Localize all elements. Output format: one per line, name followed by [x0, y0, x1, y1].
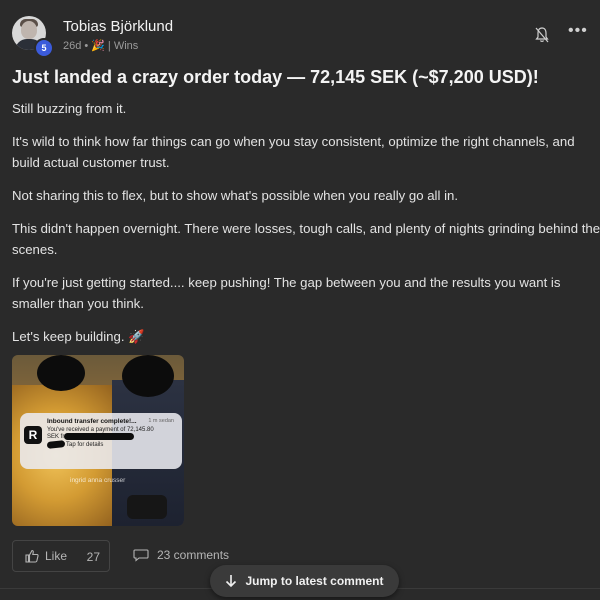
comment-bubble-icon — [133, 549, 149, 562]
image-shoe — [127, 495, 167, 519]
post-paragraph: If you're just getting started.... keep … — [12, 275, 561, 311]
post-header: 5 Tobias Björklund 26d • 🎉 | Wins ••• — [12, 16, 588, 58]
notification-time: 1 m sedan — [148, 418, 174, 424]
like-count[interactable]: 27 — [87, 550, 100, 564]
meta-separator: • — [84, 39, 89, 52]
post-paragraph: Let's keep building. 🚀 — [12, 329, 145, 344]
redaction-scribble — [46, 440, 66, 449]
thumbs-up-icon — [25, 549, 39, 563]
author-name[interactable]: Tobias Björklund — [63, 18, 173, 35]
notification-text: Tap for details — [66, 442, 104, 448]
redacted-face — [37, 355, 85, 391]
post-paragraph: Still buzzing from it. — [12, 101, 127, 116]
post-title: Just landed a crazy order today — 72,145… — [12, 67, 539, 87]
like-label: Like — [45, 549, 68, 563]
avatar-face — [21, 21, 37, 39]
bell-off-icon[interactable] — [534, 26, 550, 44]
more-options-icon[interactable]: ••• — [568, 23, 587, 42]
image-watermark: ingrid anna crusser — [70, 477, 126, 484]
post-paragraph: It's wild to think how far things can go… — [12, 134, 575, 170]
comments-label: 23 comments — [157, 548, 230, 562]
like-group: Like 27 — [12, 540, 110, 572]
party-popper-icon: 🎉 — [91, 40, 105, 52]
post-body: Still buzzing from it. It's wild to thin… — [12, 98, 600, 359]
post-card: 5 Tobias Björklund 26d • 🎉 | Wins ••• Ju… — [0, 0, 600, 600]
post-image[interactable]: R Inbound transfer complete!... 1 m seda… — [12, 355, 184, 526]
arrow-down-icon — [226, 575, 237, 588]
jump-to-latest-comment-button[interactable]: Jump to latest comment — [210, 565, 399, 597]
comments-button[interactable]: 23 comments — [133, 548, 229, 562]
post-paragraph: This didn't happen overnight. There were… — [12, 221, 600, 257]
notification-title: Inbound transfer complete!... — [47, 418, 137, 425]
post-meta: 26d • 🎉 | Wins — [63, 39, 138, 53]
redaction-scribble — [64, 433, 134, 440]
payment-notification: R Inbound transfer complete!... 1 m seda… — [20, 413, 182, 469]
post-paragraph: Not sharing this to flex, but to show wh… — [12, 188, 458, 203]
level-badge: 5 — [34, 38, 54, 58]
like-button[interactable]: Like — [25, 549, 67, 563]
revolut-logo-icon: R — [24, 426, 42, 444]
post-age: 26d — [63, 39, 82, 52]
redacted-face — [122, 355, 174, 397]
category-label[interactable]: | Wins — [108, 40, 138, 52]
jump-label: Jump to latest comment — [245, 574, 384, 588]
